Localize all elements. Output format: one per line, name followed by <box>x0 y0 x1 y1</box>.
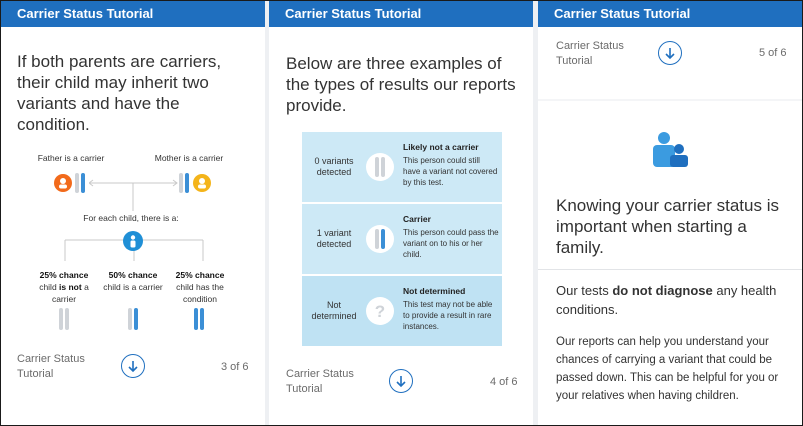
chromosome-affected-icon <box>194 308 204 330</box>
footer-title: Carrier Status Tutorial <box>556 40 624 67</box>
next-slide-button[interactable] <box>121 354 145 378</box>
slide-heading: If both parents are carriers, their chil… <box>17 52 222 134</box>
father-avatar-icon <box>54 174 72 192</box>
next-slide-button[interactable] <box>389 369 413 393</box>
footer-title: Carrier Status Tutorial <box>286 368 354 395</box>
divider <box>538 269 802 270</box>
result-label: Not determined <box>311 300 357 321</box>
chromosome-grey-icon <box>59 308 69 330</box>
father-chromosome-icon <box>75 173 85 193</box>
family-icon <box>653 132 688 167</box>
arrow-down-icon <box>128 361 138 373</box>
tutorial-slide-3: Carrier Status Tutorial If both parents … <box>1 1 265 425</box>
result-label: 1 variant detected <box>316 228 352 249</box>
slide-heading: Knowing your carrier status is important… <box>556 196 779 257</box>
child-avatar-icon <box>123 231 143 251</box>
inheritance-lines <box>89 179 178 211</box>
chromosome-icon <box>366 153 394 181</box>
results-table: 0 variants detected Likely not a carrier… <box>302 132 502 346</box>
tutorial-slide-5: Carrier Status Tutorial Carrier Status T… <box>538 1 802 425</box>
mother-chromosome-icon <box>179 173 189 193</box>
footer-title: Carrier Status Tutorial <box>17 353 85 380</box>
chromosome-carrier-icon <box>128 308 138 330</box>
father-label: Father is a carrier <box>37 153 105 163</box>
outcome-not-carrier: 25% chance child is not a carrier <box>39 270 89 304</box>
arrow-down-icon <box>665 48 675 60</box>
diagnose-note: Our tests do not diagnose any health con… <box>556 283 777 317</box>
result-title: Likely not a carrier <box>403 142 479 152</box>
tutorial-carousel: Carrier Status Tutorial If both parents … <box>0 0 803 426</box>
arrow-down-icon <box>396 376 406 388</box>
result-description: This person could still have a variant n… <box>403 156 498 187</box>
each-child-label: For each child, there is a: <box>83 213 179 223</box>
page-indicator: 3 of 6 <box>221 361 249 373</box>
chromosome-variant-icon <box>366 225 394 253</box>
result-description: This person could pass the variant on to… <box>403 228 499 259</box>
reports-paragraph: Our reports can help you understand your… <box>556 336 779 402</box>
svg-text:?: ? <box>375 302 385 321</box>
outcome-carrier: 50% chance child is a carrier <box>103 270 163 292</box>
result-label: 0 variants detected <box>314 156 354 177</box>
header-bar: Carrier Status Tutorial <box>1 1 265 27</box>
result-row: 1 variant detected Carrier This person c… <box>302 204 502 274</box>
next-slide-button[interactable] <box>658 41 682 65</box>
result-row: Not determined ? Not determined This tes… <box>302 276 502 346</box>
header-bar: Carrier Status Tutorial <box>538 1 802 27</box>
question-icon: ? <box>366 297 394 325</box>
result-title: Carrier <box>403 214 431 224</box>
tutorial-slide-4: Carrier Status Tutorial Below are three … <box>269 1 533 425</box>
slide-heading: Below are three examples of the types of… <box>286 54 516 115</box>
result-row: 0 variants detected Likely not a carrier… <box>302 132 502 202</box>
mother-label: Mother is a carrier <box>154 153 224 163</box>
header-bar: Carrier Status Tutorial <box>269 1 533 27</box>
page-indicator: 5 of 6 <box>759 47 787 59</box>
slide-content: Knowing your carrier status is important… <box>538 101 802 425</box>
result-description: This test may not be able to provide a r… <box>403 300 493 331</box>
slide-nav: Carrier Status Tutorial 5 of 6 <box>538 27 802 99</box>
mother-avatar-icon <box>193 174 211 192</box>
result-title: Not determined <box>403 286 466 296</box>
outcome-has-condition: 25% chance child has the condition <box>175 270 225 304</box>
page-indicator: 4 of 6 <box>490 376 518 388</box>
